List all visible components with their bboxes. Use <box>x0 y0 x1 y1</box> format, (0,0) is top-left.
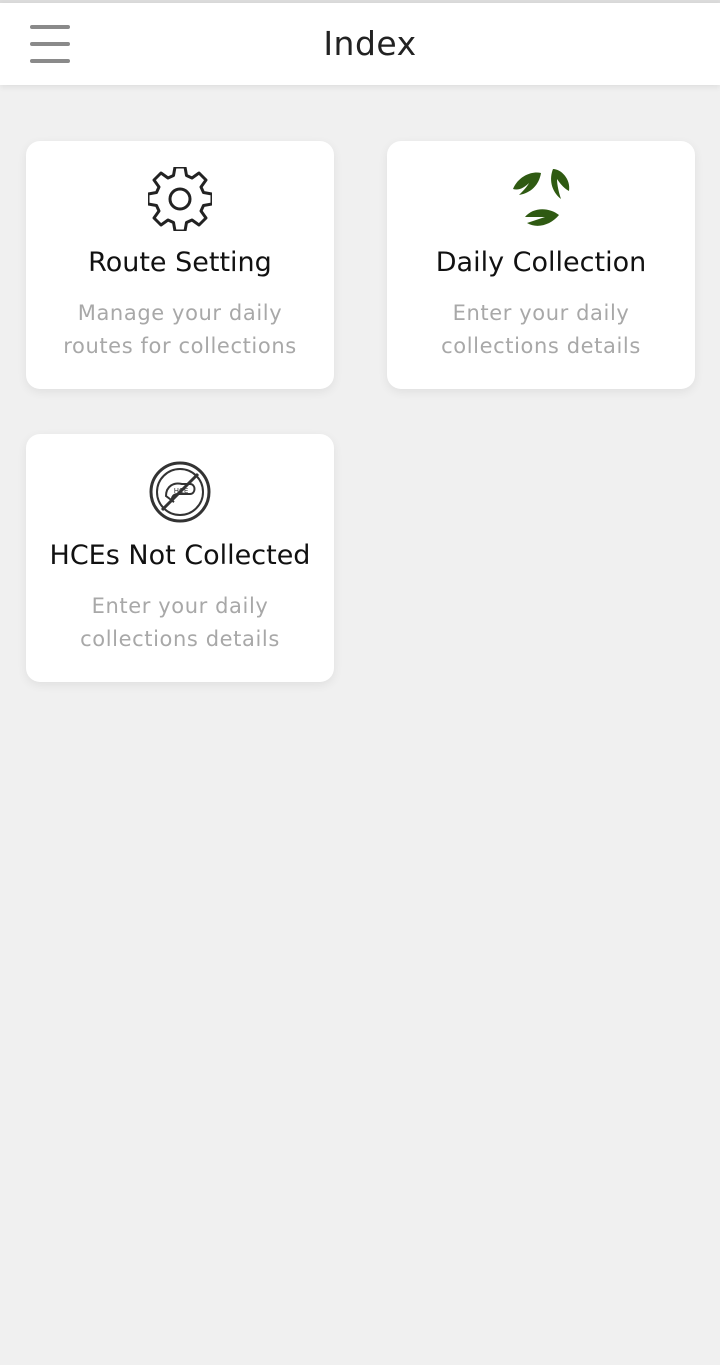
card-description: Manage your daily routes for collections <box>63 301 297 358</box>
card-description: Enter your daily collections details <box>80 594 280 651</box>
route-setting-card[interactable]: Route Setting Manage your daily routes f… <box>26 141 334 389</box>
card-title: HCEs Not Collected <box>49 540 311 571</box>
page-title: Index <box>323 24 417 63</box>
app-bar: Index <box>0 3 720 85</box>
card-title: Daily Collection <box>435 247 647 278</box>
leaves-icon <box>509 167 573 231</box>
card-title: Route Setting <box>88 247 272 278</box>
svg-text:HCE: HCE <box>174 487 189 495</box>
hce-not-collected-icon: HCE <box>148 460 212 524</box>
gear-icon <box>148 167 212 231</box>
card-description: Enter your daily collections details <box>441 301 641 358</box>
daily-collection-card[interactable]: Daily Collection Enter your daily collec… <box>387 141 695 389</box>
hces-not-collected-card[interactable]: HCE HCEs Not Collected Enter your daily … <box>26 434 334 682</box>
